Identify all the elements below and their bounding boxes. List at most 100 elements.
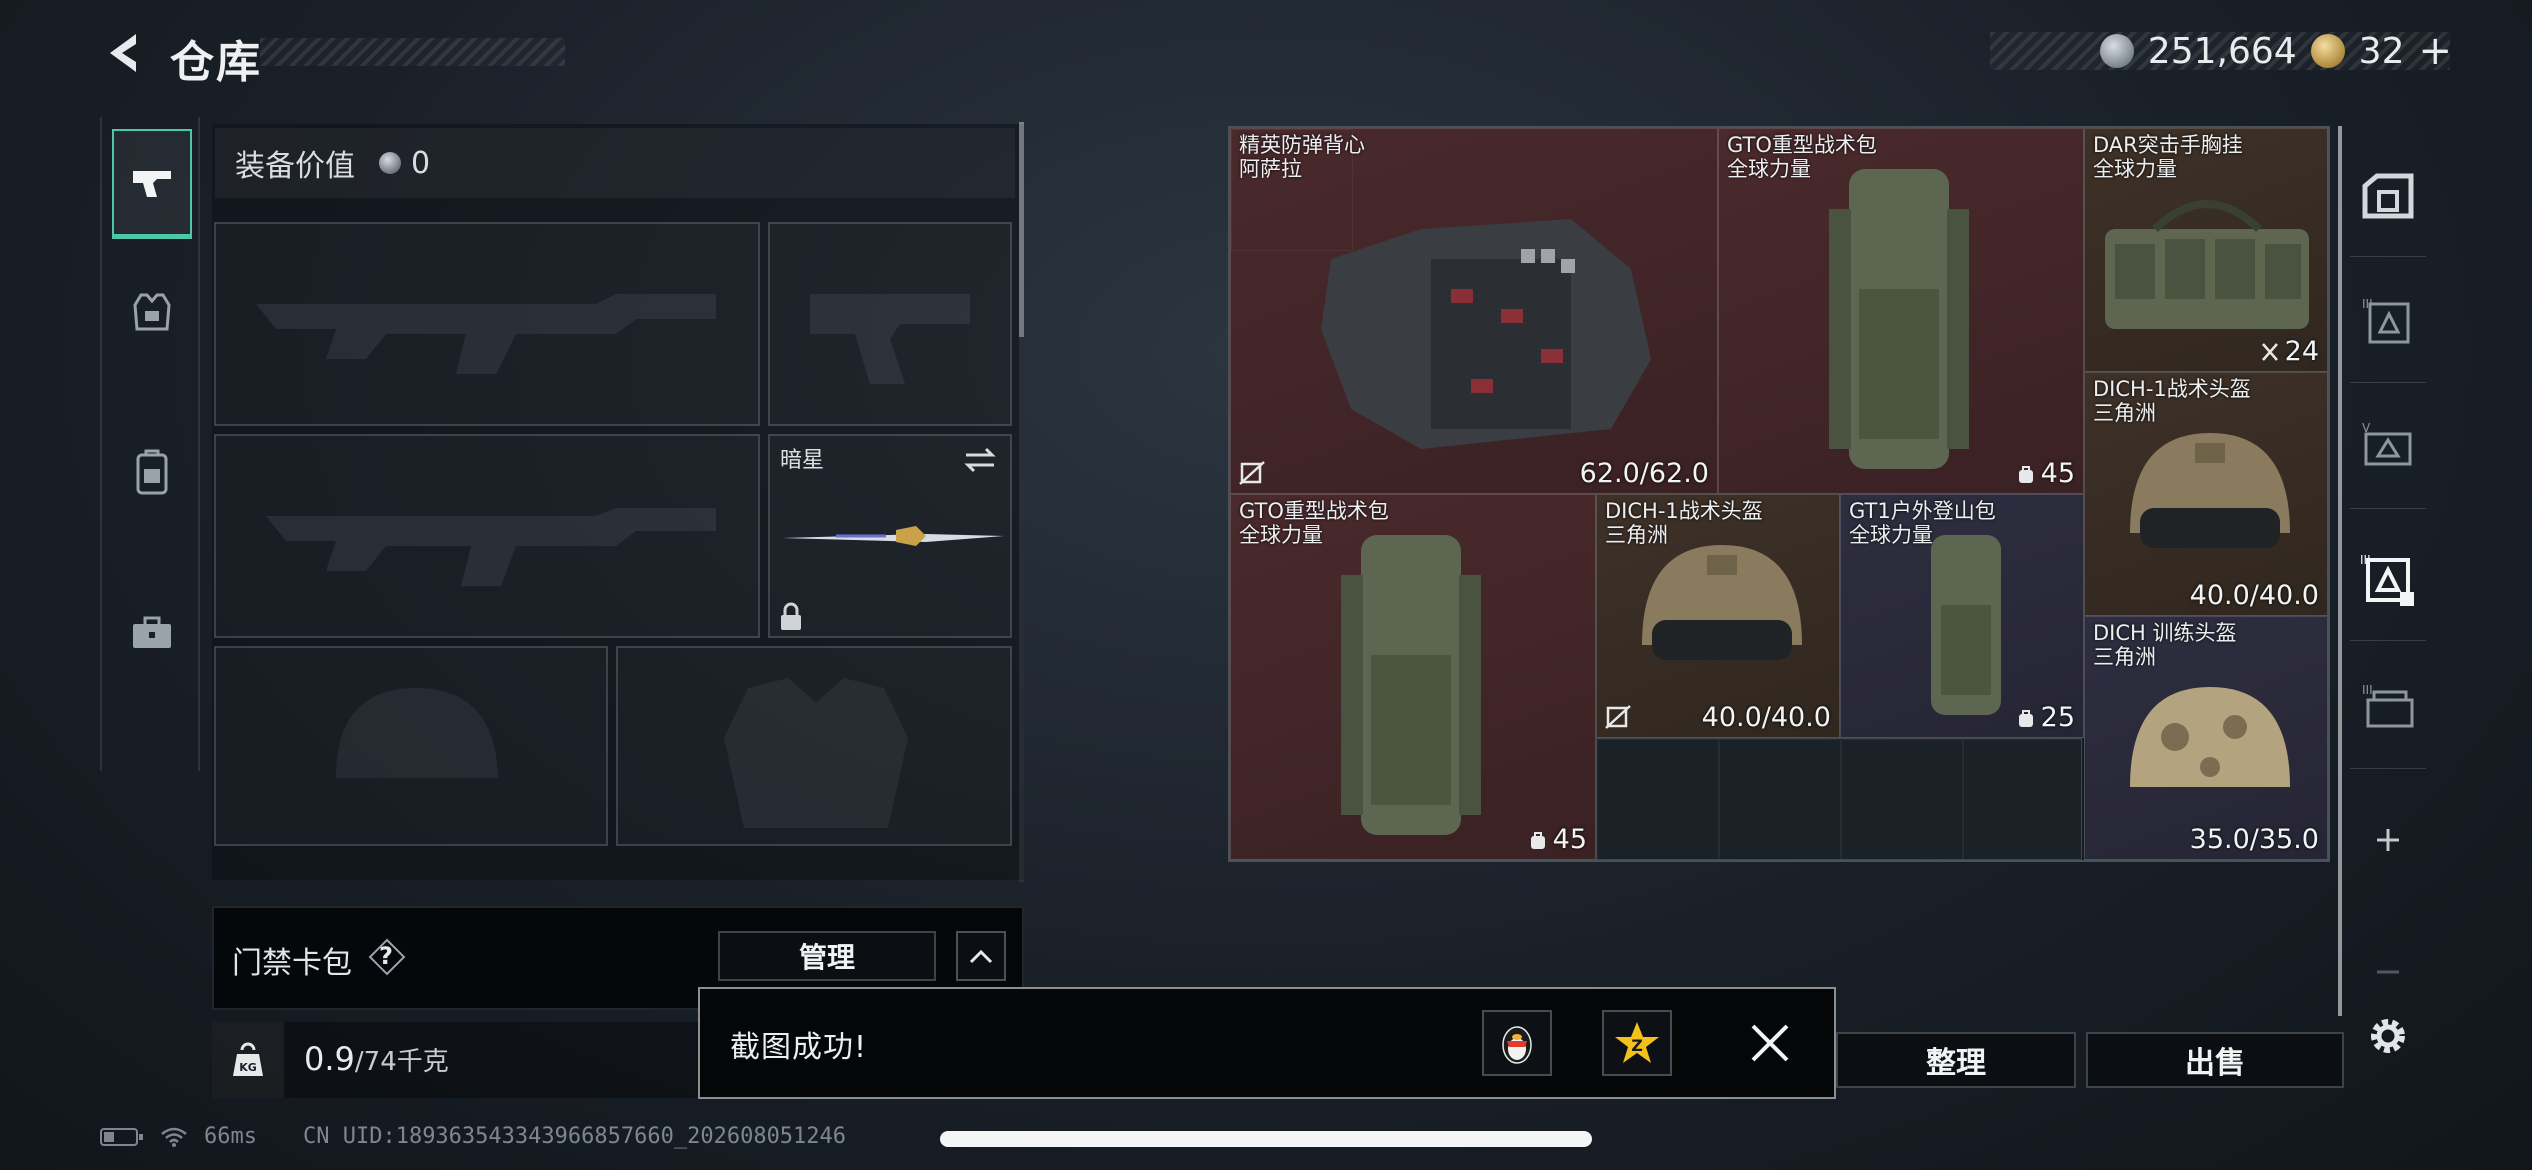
grid-item-helmet-dich1[interactable]: DICH-1战术头盔 三角洲 40.0/40.0: [2084, 372, 2328, 616]
rail-button-safe[interactable]: [2356, 164, 2420, 228]
grid-item-backpack-gt1[interactable]: GT1户外登山包 全球力量 25: [1840, 494, 2084, 738]
grid-item-helmet-training[interactable]: DICH 训练头盔 三角洲 35.0/35.0: [2084, 616, 2328, 860]
sort-button[interactable]: 整理: [1836, 1032, 2076, 1088]
grid-item-backpack-gto[interactable]: GTO重型战术包 全球力量 45: [1718, 128, 2084, 494]
share-qzone-button[interactable]: Z: [1602, 1010, 1672, 1076]
add-currency-button[interactable]: +: [2418, 28, 2452, 74]
weight-readout: 0.9/74千克: [304, 1040, 449, 1078]
container-icon: III: [2360, 553, 2414, 606]
toolbox-icon: [133, 616, 171, 648]
helmet-silhouette-icon: [336, 688, 498, 778]
inventory-scrollbar[interactable]: [2338, 126, 2342, 1016]
svg-text:III: III: [2362, 683, 2373, 697]
qq-penguin-icon: [1502, 1026, 1532, 1064]
backpack-image: [1931, 535, 2001, 715]
weight-max: /74千克: [354, 1047, 449, 1077]
rail-button-container-3[interactable]: III: [2356, 290, 2420, 354]
item-brand: 全球力量: [2093, 157, 2177, 181]
backpack-image: [1829, 169, 1969, 469]
page-title: 仓库: [170, 37, 262, 88]
armor-vest-image: [1321, 219, 1651, 449]
weight-current: 0.9: [304, 1040, 355, 1078]
item-capacity-value: 25: [2040, 702, 2075, 733]
settings-button[interactable]: [2356, 1004, 2420, 1068]
rifle-silhouette-icon: [256, 294, 716, 374]
item-durability: 62.0/62.0: [1579, 458, 1709, 489]
item-brand: 全球力量: [1239, 523, 1323, 547]
plus-icon: [2377, 829, 2399, 851]
swap-icon[interactable]: [962, 446, 998, 474]
tab-supplies[interactable]: [112, 577, 192, 687]
tab-armor[interactable]: [112, 257, 192, 367]
pistol-icon: [133, 170, 171, 197]
item-name: DICH-1战术头盔 三角洲: [1605, 499, 1763, 547]
tab-weapon[interactable]: [112, 129, 192, 239]
back-button[interactable]: [100, 28, 150, 78]
qzone-star-icon: Z: [1615, 1022, 1659, 1063]
capacity-icon: [2018, 709, 2033, 727]
item-title: DICH-1战术头盔: [1605, 499, 1763, 523]
gold-coin-icon: [2310, 34, 2345, 68]
item-capacity: 24: [2261, 336, 2319, 367]
container-icon: III: [2362, 683, 2414, 728]
helmet-slot[interactable]: [214, 646, 608, 846]
backpack-image: [1341, 535, 1481, 835]
minus-icon: [2377, 970, 2399, 974]
vest-icon: [133, 293, 171, 331]
item-capacity: 45: [1529, 824, 1587, 855]
item-durability: 40.0/40.0: [2189, 580, 2319, 611]
item-title: DAR突击手胸挂: [2093, 133, 2243, 157]
grid-item-armor-vest[interactable]: 精英防弹背心 阿萨拉 62.0/62.0: [1230, 128, 1718, 494]
rail-button-container-5[interactable]: V: [2356, 416, 2420, 480]
secondary-weapon-slot[interactable]: [214, 434, 760, 638]
equipment-value-bar: 装备价值 0: [215, 128, 1015, 198]
item-brand: 全球力量: [1727, 157, 1811, 181]
grid-item-helmet-dich1[interactable]: DICH-1战术头盔 三角洲 40.0/40.0: [1596, 494, 1840, 738]
item-name: DICH 训练头盔 三角洲: [2093, 621, 2237, 669]
item-capacity: 45: [2017, 458, 2075, 489]
item-durability: 35.0/35.0: [2189, 824, 2319, 855]
item-capacity-value: 45: [1552, 824, 1587, 855]
collapse-button[interactable]: [956, 931, 1006, 981]
svg-text:III: III: [2362, 297, 2373, 311]
manage-button[interactable]: 管理: [718, 931, 936, 981]
item-name: DAR突击手胸挂 全球力量: [2093, 133, 2243, 181]
chevron-left-icon: [110, 34, 136, 72]
rail-button-container-3b[interactable]: III: [2356, 676, 2420, 740]
wifi-icon: [161, 1127, 187, 1147]
category-tab-rail: [100, 117, 200, 771]
weight-icon-box: KG: [212, 1022, 284, 1098]
item-capacity-value: 45: [2040, 458, 2075, 489]
item-brand: 全球力量: [1849, 523, 1933, 547]
item-name: 精英防弹背心 阿萨拉: [1239, 133, 1365, 181]
item-title: DICH 训练头盔: [2093, 621, 2237, 645]
rail-button-minus[interactable]: [2356, 940, 2420, 1004]
empty-grid-area[interactable]: [1596, 738, 2082, 860]
close-toast-button[interactable]: [1745, 1018, 1795, 1068]
home-indicator[interactable]: [940, 1131, 1592, 1147]
pistol-silhouette-icon: [810, 294, 970, 384]
safe-box-icon: [2362, 173, 2414, 219]
rail-button-container-3-active[interactable]: III: [2356, 548, 2420, 612]
item-brand: 三角洲: [2093, 401, 2156, 425]
item-brand: 阿萨拉: [1239, 157, 1302, 181]
item-title: 精英防弹背心: [1239, 133, 1365, 157]
equipment-scrollbar[interactable]: [1019, 122, 1024, 337]
melee-slot[interactable]: 暗星: [768, 434, 1012, 638]
item-name: DICH-1战术头盔 三角洲: [2093, 377, 2251, 425]
rail-button-add[interactable]: [2356, 808, 2420, 872]
grid-item-chest-rig[interactable]: DAR突击手胸挂 全球力量 24: [2084, 128, 2328, 372]
sell-button[interactable]: 出售: [2086, 1032, 2344, 1088]
item-brand: 三角洲: [2093, 645, 2156, 669]
grid-item-backpack-gto[interactable]: GTO重型战术包 全球力量 45: [1230, 494, 1596, 860]
svg-text:V: V: [2362, 421, 2371, 435]
armor-slot[interactable]: [616, 646, 1012, 846]
gear-icon: [2371, 1019, 2405, 1053]
tab-backpack[interactable]: [112, 417, 192, 527]
help-icon[interactable]: ?: [368, 938, 406, 976]
silver-coin-icon: [379, 152, 401, 174]
share-qq-button[interactable]: [1482, 1010, 1552, 1076]
sidearm-slot[interactable]: [768, 222, 1012, 426]
currency-secondary-amount: 32: [2358, 30, 2405, 72]
primary-weapon-slot[interactable]: [214, 222, 760, 426]
